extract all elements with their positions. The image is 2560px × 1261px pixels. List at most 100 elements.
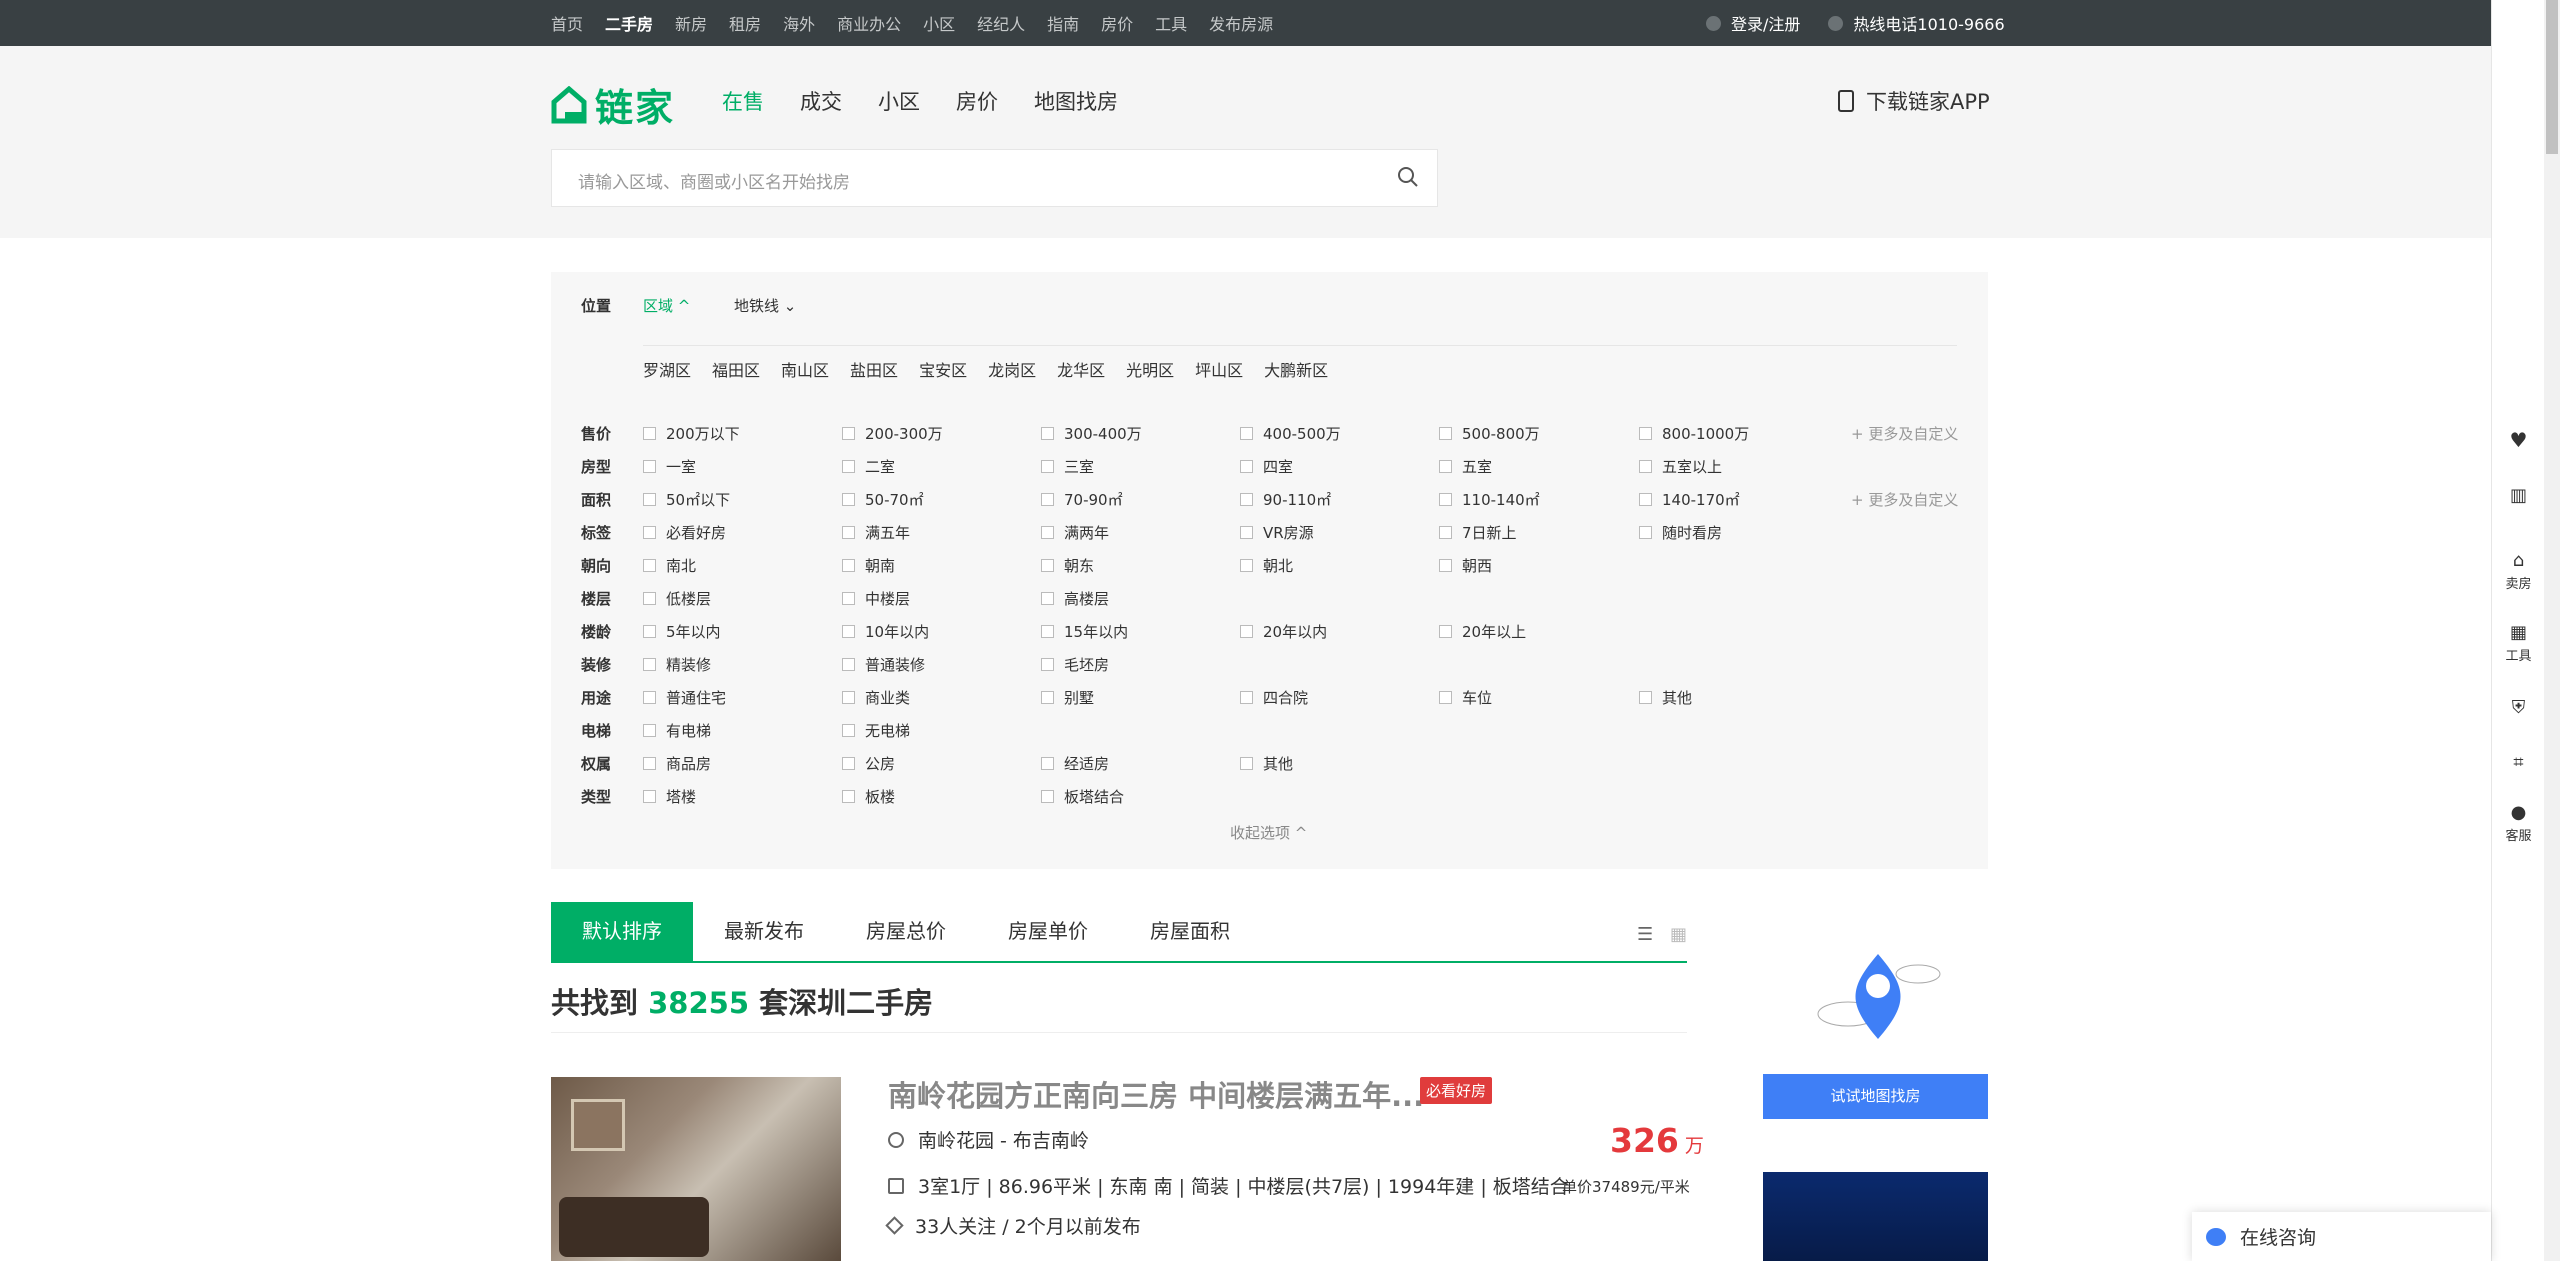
filter-option[interactable]: 塔楼 [643,786,696,807]
filter-option[interactable]: 朝北 [1240,555,1293,576]
sort-tab[interactable]: 默认排序 [551,902,693,961]
checkbox[interactable] [1439,460,1452,473]
filter-option[interactable]: 普通装修 [842,654,925,675]
scan-button[interactable]: ⌗ [2492,752,2545,775]
filter-option[interactable]: 一室 [643,456,696,477]
checkbox[interactable] [1639,526,1652,539]
tools-button[interactable]: ▦ 工具 [2492,622,2545,664]
checkbox[interactable] [643,493,656,506]
top-nav-item[interactable]: 经纪人 [977,11,1025,35]
main-nav-item[interactable]: 在售 [722,86,764,116]
checkbox[interactable] [643,724,656,737]
filter-option[interactable]: 300-400万 [1041,423,1142,444]
top-nav-item[interactable]: 发布房源 [1209,11,1273,35]
filter-option[interactable]: 低楼层 [643,588,711,609]
checkbox[interactable] [1240,526,1253,539]
more-custom-link[interactable]: + 更多及自定义 [1851,489,1958,510]
checkbox[interactable] [1240,493,1253,506]
checkbox[interactable] [1041,757,1054,770]
filter-option[interactable]: 50-70㎡ [842,489,924,510]
district-option[interactable]: 坪山区 [1195,357,1243,381]
district-option[interactable]: 盐田区 [850,357,898,381]
checkbox[interactable] [842,559,855,572]
checkbox[interactable] [1639,427,1652,440]
filter-option[interactable]: 三室 [1041,456,1094,477]
subway-tab[interactable]: 地铁线 ⌄ [734,295,796,316]
checkbox[interactable] [842,658,855,671]
checkbox[interactable] [1041,559,1054,572]
filter-option[interactable]: 朝南 [842,555,895,576]
checkbox[interactable] [1439,493,1452,506]
filter-option[interactable]: 50㎡以下 [643,489,730,510]
checkbox[interactable] [643,559,656,572]
checkbox[interactable] [643,757,656,770]
checkbox[interactable] [1240,691,1253,704]
checkbox[interactable] [1439,625,1452,638]
favorite-button[interactable]: ♥ [2492,428,2545,452]
top-nav-item[interactable]: 指南 [1047,11,1079,35]
map-search-button[interactable]: 试试地图找房 [1763,1074,1988,1119]
online-consult[interactable]: 在线咨询 [2192,1212,2491,1261]
search-box[interactable]: 请输入区域、商圈或小区名开始找房 [551,149,1438,207]
checkbox[interactable] [842,592,855,605]
filter-option[interactable]: 满五年 [842,522,910,543]
more-custom-link[interactable]: + 更多及自定义 [1851,423,1958,444]
filter-option[interactable]: 满两年 [1041,522,1109,543]
checkbox[interactable] [1041,427,1054,440]
top-nav-item[interactable]: 二手房 [605,11,653,35]
main-nav-item[interactable]: 房价 [956,86,998,116]
filter-option[interactable]: 10年以内 [842,621,929,642]
checkbox[interactable] [842,757,855,770]
checkbox[interactable] [643,427,656,440]
top-nav-item[interactable]: 新房 [675,11,707,35]
filter-option[interactable]: 五室 [1439,456,1492,477]
checkbox[interactable] [842,460,855,473]
login-link[interactable]: 登录/注册 [1731,11,1800,35]
filter-option[interactable]: 随时看房 [1639,522,1722,543]
district-option[interactable]: 龙岗区 [988,357,1036,381]
district-option[interactable]: 罗湖区 [643,357,691,381]
region-tab[interactable]: 区域 ^ [643,295,690,316]
checkbox[interactable] [643,526,656,539]
district-option[interactable]: 南山区 [781,357,829,381]
checkbox[interactable] [1240,559,1253,572]
filter-option[interactable]: 800-1000万 [1639,423,1749,444]
checkbox[interactable] [1639,691,1652,704]
sell-button[interactable]: ⌂ 卖房 [2492,550,2545,592]
top-nav-item[interactable]: 小区 [923,11,955,35]
sort-tab[interactable]: 房屋面积 [1119,902,1261,961]
service-button[interactable]: ● 客服 [2492,802,2545,844]
checkbox[interactable] [643,691,656,704]
filter-option[interactable]: 二室 [842,456,895,477]
filter-option[interactable]: 朝西 [1439,555,1492,576]
filter-option[interactable]: 其他 [1639,687,1692,708]
top-nav-item[interactable]: 房价 [1101,11,1133,35]
checkbox[interactable] [1041,625,1054,638]
filter-option[interactable]: 7日新上 [1439,522,1517,543]
scrollbar-thumb[interactable] [2546,0,2558,154]
checkbox[interactable] [842,790,855,803]
top-nav-item[interactable]: 工具 [1155,11,1187,35]
checkbox[interactable] [643,460,656,473]
filter-option[interactable]: 朝东 [1041,555,1094,576]
scrollbar[interactable] [2544,0,2560,1261]
checkbox[interactable] [1240,427,1253,440]
checkbox[interactable] [1041,790,1054,803]
filter-option[interactable]: 5年以内 [643,621,721,642]
filter-option[interactable]: 四合院 [1240,687,1308,708]
filter-option[interactable]: 五室以上 [1639,456,1722,477]
district-option[interactable]: 大鹏新区 [1264,357,1328,381]
checkbox[interactable] [643,592,656,605]
checkbox[interactable] [1639,460,1652,473]
filter-option[interactable]: 200万以下 [643,423,740,444]
filter-option[interactable]: 有电梯 [643,720,711,741]
filter-option[interactable]: VR房源 [1240,522,1314,543]
sort-tab[interactable]: 房屋总价 [835,902,977,961]
sort-tab[interactable]: 房屋单价 [977,902,1119,961]
filter-option[interactable]: 必看好房 [643,522,726,543]
filter-option[interactable]: 90-110㎡ [1240,489,1331,510]
top-nav-item[interactable]: 海外 [783,11,815,35]
top-nav-item[interactable]: 首页 [551,11,583,35]
checkbox[interactable] [1041,691,1054,704]
checkbox[interactable] [1439,526,1452,539]
